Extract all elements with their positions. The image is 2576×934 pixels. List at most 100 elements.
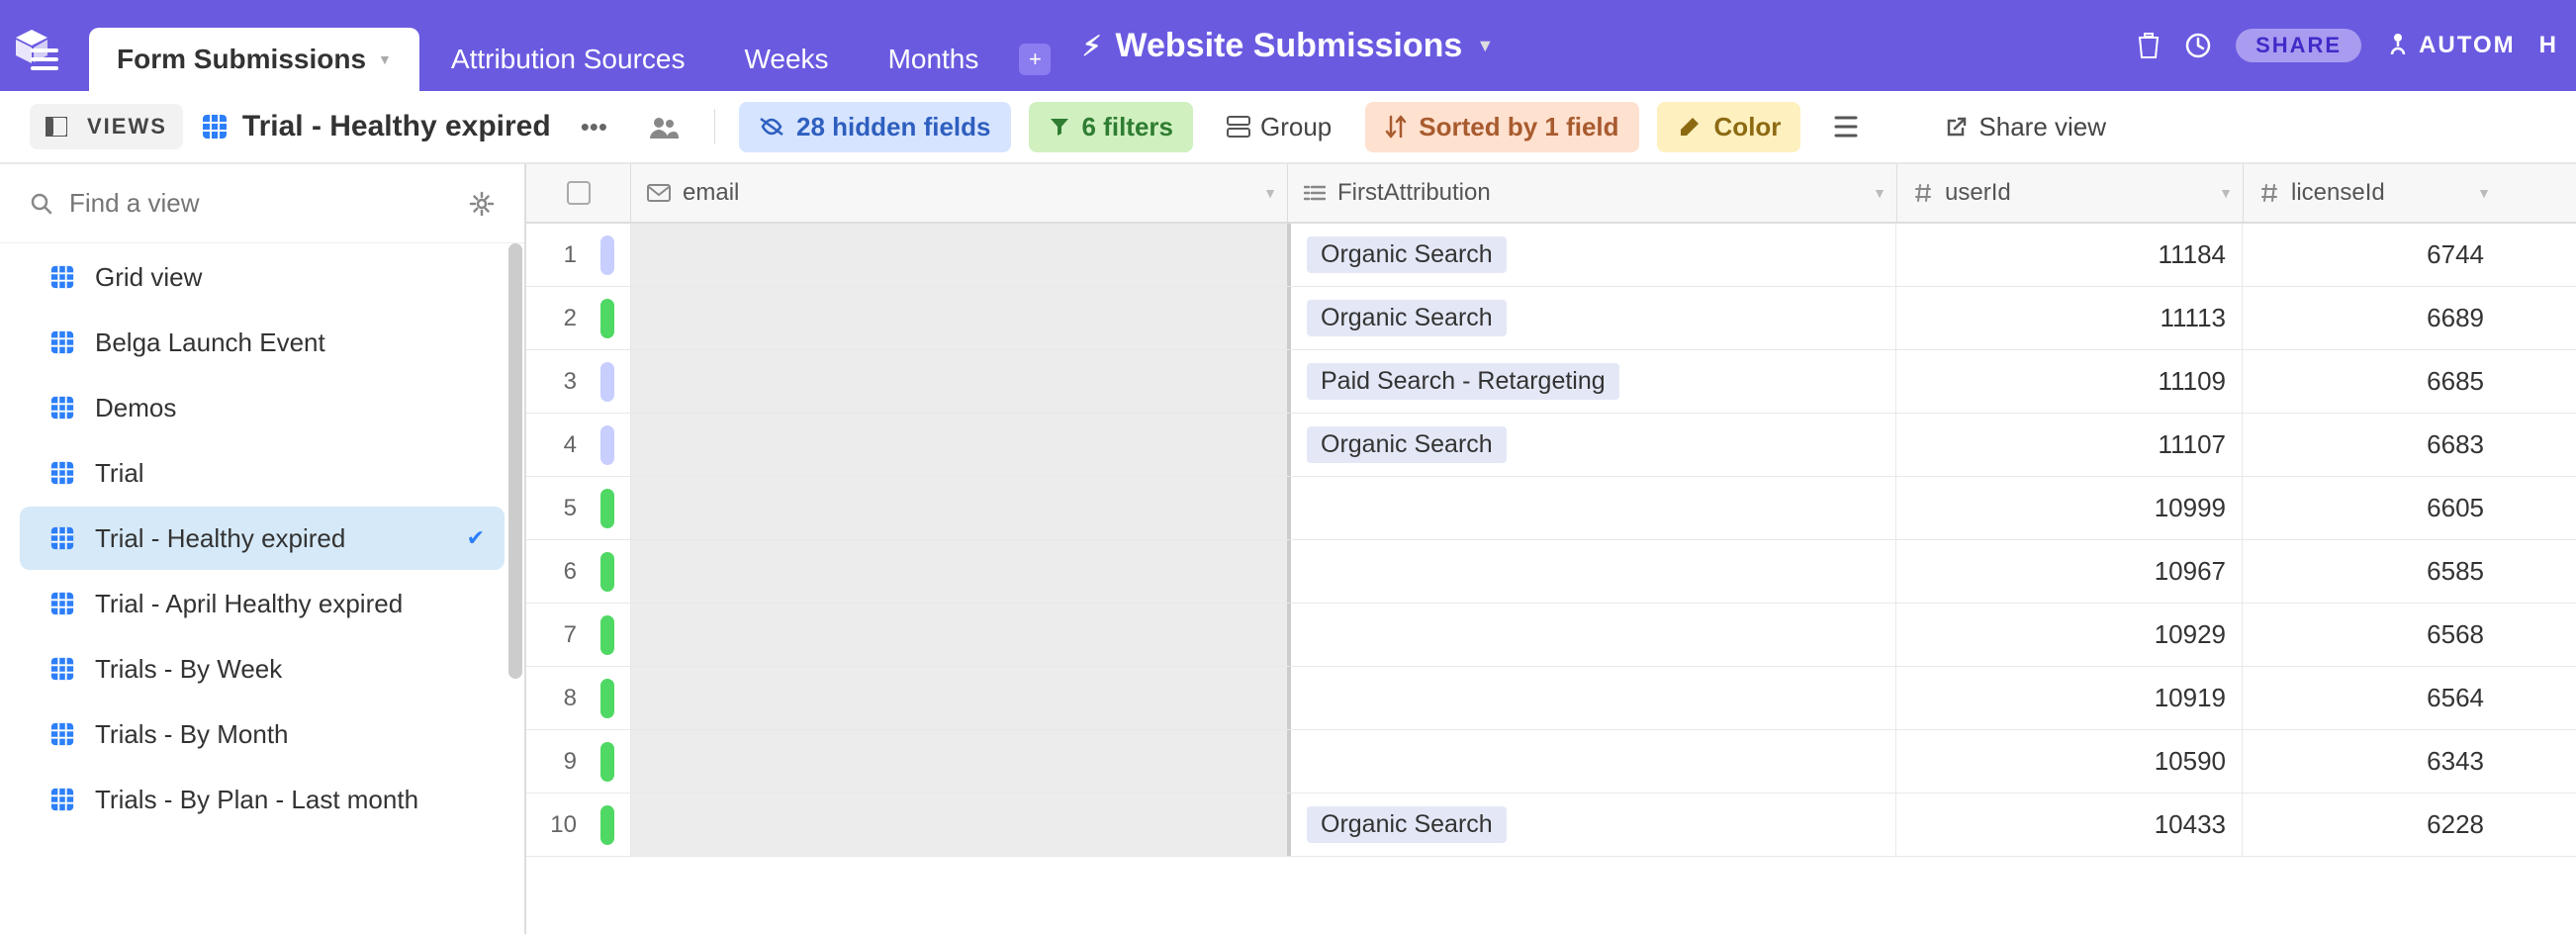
sidebar-view-item[interactable]: Trials - By Month xyxy=(20,702,505,766)
tab-weeks[interactable]: Weeks xyxy=(716,28,856,91)
userid-cell[interactable]: 10433 xyxy=(1896,794,2243,856)
email-cell[interactable] xyxy=(631,477,1288,539)
firstattribution-cell[interactable]: Organic Search xyxy=(1287,794,1896,856)
userid-cell[interactable]: 10967 xyxy=(1896,540,2243,603)
sidebar-view-item[interactable]: Demos xyxy=(20,376,505,439)
row-number-cell[interactable]: 9 xyxy=(526,730,631,793)
firstattribution-cell[interactable] xyxy=(1287,667,1896,729)
trash-button[interactable] xyxy=(2137,32,2161,59)
sidebar-view-item[interactable]: Trial - Healthy expired✔ xyxy=(20,507,505,570)
table-row[interactable]: 9105906343 xyxy=(526,730,2576,794)
help-button[interactable]: H xyxy=(2539,32,2556,59)
current-view[interactable]: Trial - Healthy expired xyxy=(201,110,551,143)
select-all-checkbox[interactable] xyxy=(567,181,591,205)
row-height-button[interactable] xyxy=(1818,106,1874,147)
chevron-down-icon[interactable]: ▼ xyxy=(1263,185,1277,201)
sidebar-view-item[interactable]: Grid view xyxy=(20,245,505,309)
filters-button[interactable]: 6 filters xyxy=(1029,102,1194,152)
userid-cell[interactable]: 11113 xyxy=(1896,287,2243,349)
row-number-cell[interactable]: 6 xyxy=(526,540,631,603)
row-number-cell[interactable]: 5 xyxy=(526,477,631,539)
table-row[interactable]: 7 109296568 xyxy=(526,604,2576,667)
firstattribution-cell[interactable]: Organic Search xyxy=(1287,224,1896,286)
sidebar-view-item[interactable]: Trials - By Plan - Last month xyxy=(20,768,505,831)
row-number-cell[interactable]: 8 xyxy=(526,667,631,729)
firstattribution-cell[interactable]: Paid Search - Retargeting xyxy=(1287,350,1896,413)
hidden-fields-button[interactable]: 28 hidden fields xyxy=(739,102,1011,152)
column-header-email[interactable]: email ▼ xyxy=(631,164,1288,222)
userid-cell[interactable]: 11109 xyxy=(1896,350,2243,413)
licenseid-cell[interactable]: 6568 xyxy=(2243,604,2500,666)
userid-cell[interactable]: 11184 xyxy=(1896,224,2243,286)
email-cell[interactable] xyxy=(631,414,1288,476)
share-button[interactable]: SHARE xyxy=(2236,29,2361,62)
table-row[interactable]: 2 Organic Search111136689 xyxy=(526,287,2576,350)
userid-cell[interactable]: 10929 xyxy=(1896,604,2243,666)
chevron-down-icon[interactable]: ▼ xyxy=(1873,185,1886,201)
base-title[interactable]: ⚡︎ Website Submissions ▼ xyxy=(1082,27,1494,65)
share-view-button[interactable]: Share view xyxy=(1929,102,2122,152)
userid-cell[interactable]: 10999 xyxy=(1896,477,2243,539)
history-button[interactable] xyxy=(2184,32,2212,59)
userid-cell[interactable]: 10590 xyxy=(1896,730,2243,793)
email-cell[interactable] xyxy=(631,540,1288,603)
views-toggle[interactable]: VIEWS xyxy=(30,104,183,149)
table-row[interactable]: 5 109996605 xyxy=(526,477,2576,540)
row-number-cell[interactable]: 2 xyxy=(526,287,631,349)
email-cell[interactable] xyxy=(631,287,1288,349)
licenseid-cell[interactable]: 6744 xyxy=(2243,224,2500,286)
licenseid-cell[interactable]: 6564 xyxy=(2243,667,2500,729)
licenseid-cell[interactable]: 6683 xyxy=(2243,414,2500,476)
email-cell[interactable] xyxy=(631,224,1288,286)
automations-button[interactable]: AUTOM xyxy=(2385,32,2516,59)
sidebar-view-item[interactable]: Trials - By Week xyxy=(20,637,505,700)
scrollbar-thumb[interactable] xyxy=(508,243,522,679)
email-cell[interactable] xyxy=(631,350,1288,413)
chevron-down-icon[interactable]: ▼ xyxy=(2477,185,2491,201)
userid-cell[interactable]: 11107 xyxy=(1896,414,2243,476)
row-number-cell[interactable]: 1 xyxy=(526,224,631,286)
table-row[interactable]: 6 109676585 xyxy=(526,540,2576,604)
view-options-button[interactable]: ••• xyxy=(569,112,619,142)
tab-attribution-sources[interactable]: Attribution Sources xyxy=(423,28,713,91)
sort-button[interactable]: Sorted by 1 field xyxy=(1365,102,1638,152)
menu-button[interactable] xyxy=(0,28,89,91)
row-number-cell[interactable]: 4 xyxy=(526,414,631,476)
tab-months[interactable]: Months xyxy=(861,28,1007,91)
licenseid-cell[interactable]: 6685 xyxy=(2243,350,2500,413)
firstattribution-cell[interactable] xyxy=(1287,477,1896,539)
row-number-cell[interactable]: 3 xyxy=(526,350,631,413)
email-cell[interactable] xyxy=(631,794,1288,856)
table-row[interactable]: 4 Organic Search111076683 xyxy=(526,414,2576,477)
chevron-down-icon[interactable]: ▼ xyxy=(2219,185,2233,201)
table-row[interactable]: 8109196564 xyxy=(526,667,2576,730)
view-settings-button[interactable] xyxy=(469,191,495,217)
firstattribution-cell[interactable] xyxy=(1287,604,1896,666)
licenseid-cell[interactable]: 6585 xyxy=(2243,540,2500,603)
firstattribution-cell[interactable] xyxy=(1287,730,1896,793)
table-row[interactable]: 10 Organic Search104336228 xyxy=(526,794,2576,857)
row-number-cell[interactable]: 7 xyxy=(526,604,631,666)
tab-form-submissions[interactable]: Form Submissions ▼ xyxy=(89,28,419,91)
licenseid-cell[interactable]: 6689 xyxy=(2243,287,2500,349)
find-view-input[interactable] xyxy=(69,188,495,219)
sidebar-scrollbar[interactable] xyxy=(506,243,524,934)
licenseid-cell[interactable]: 6605 xyxy=(2243,477,2500,539)
add-table-button[interactable]: + xyxy=(1010,28,1059,91)
select-all-cell[interactable] xyxy=(526,164,631,222)
sidebar-view-item[interactable]: Belga Launch Event xyxy=(20,311,505,374)
sidebar-view-item[interactable]: Trial xyxy=(20,441,505,505)
table-row[interactable]: 3 Paid Search - Retargeting111096685 xyxy=(526,350,2576,414)
firstattribution-cell[interactable]: Organic Search xyxy=(1287,414,1896,476)
color-button[interactable]: Color xyxy=(1657,102,1801,152)
collaborators-button[interactable] xyxy=(637,115,690,139)
table-row[interactable]: 1 Organic Search111846744 xyxy=(526,224,2576,287)
row-number-cell[interactable]: 10 xyxy=(526,794,631,856)
firstattribution-cell[interactable]: Organic Search xyxy=(1287,287,1896,349)
column-header-userid[interactable]: userId ▼ xyxy=(1897,164,2244,222)
email-cell[interactable] xyxy=(631,730,1288,793)
column-header-firstattribution[interactable]: FirstAttribution ▼ xyxy=(1288,164,1897,222)
firstattribution-cell[interactable] xyxy=(1287,540,1896,603)
email-cell[interactable] xyxy=(631,604,1288,666)
licenseid-cell[interactable]: 6228 xyxy=(2243,794,2500,856)
